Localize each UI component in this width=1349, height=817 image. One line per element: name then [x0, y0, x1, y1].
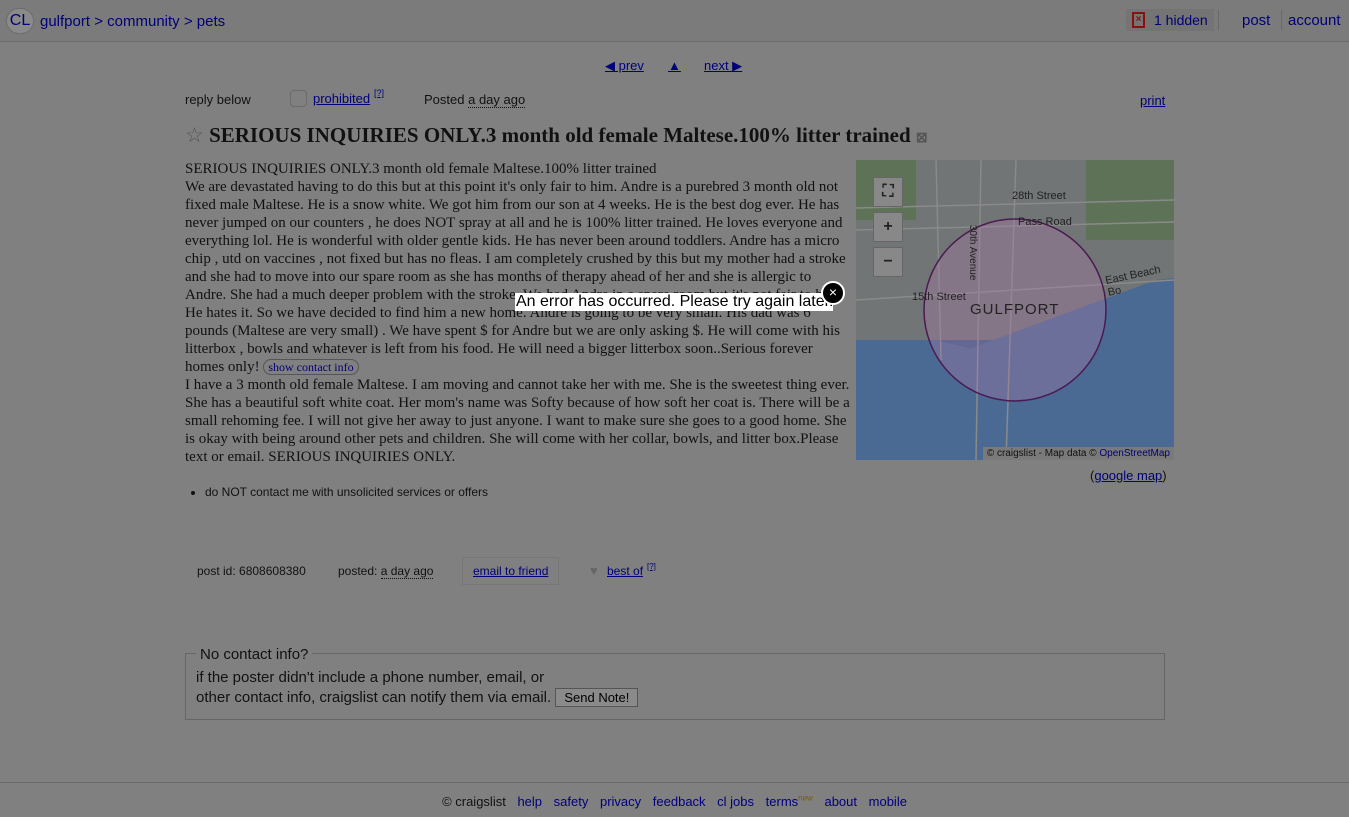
breadcrumb-pets[interactable]: pets [197, 13, 225, 30]
next-link[interactable]: next ▶ [704, 58, 742, 74]
error-popup: An error has occurred. Please try again … [515, 293, 834, 311]
breadcrumb: gulfport > community > pets [40, 13, 226, 30]
map-label: 30th Avenue [967, 225, 978, 281]
zoom-out-button[interactable]: − [873, 247, 903, 277]
posting-body: SERIOUS INQUIRIES ONLY.3 month old femal… [185, 160, 850, 466]
hide-icon[interactable]: ⊠ [916, 131, 928, 146]
map-label: Pass Road [1018, 216, 1072, 228]
prev-link[interactable]: ◀ prev [605, 58, 644, 74]
craigslist-logo[interactable]: CL [6, 8, 34, 34]
breadcrumb-community[interactable]: community [107, 13, 180, 30]
no-contact-line: if the poster didn't include a phone num… [196, 669, 545, 686]
trash-icon: × [1132, 12, 1145, 28]
flag-checkbox[interactable] [290, 90, 307, 107]
best-of-help[interactable]: [?] [647, 562, 656, 571]
posting-title-text: SERIOUS INQUIRIES ONLY.3 month old femal… [209, 123, 911, 147]
print-link[interactable]: print [1140, 93, 1165, 108]
map-label: 15th Street [912, 291, 966, 303]
map-city-label: GULFPORT [970, 301, 1060, 318]
heart-icon[interactable]: ♥ [590, 563, 598, 578]
footer-feedback[interactable]: feedback [653, 794, 706, 809]
new-badge: new [798, 794, 813, 803]
post-link[interactable]: post [1242, 12, 1270, 29]
posted-time: a day ago [380, 564, 434, 579]
footer: © craigslist help safety privacy feedbac… [0, 782, 1349, 817]
close-popup-button[interactable]: × [821, 281, 845, 305]
attribution-text: © craigslist - Map data © [986, 448, 1097, 459]
no-contact-line: other contact info, craigslist can notif… [196, 689, 552, 706]
body-first-line: SERIOUS INQUIRIES ONLY.3 month old femal… [185, 161, 657, 177]
hidden-posts-button[interactable]: × 1 hidden [1126, 9, 1214, 31]
best-of-link[interactable]: best of [607, 564, 643, 578]
fullscreen-button[interactable]: ⛶ [873, 177, 903, 207]
footer-help[interactable]: help [517, 794, 542, 809]
send-note-button[interactable]: Send Note! [555, 688, 639, 707]
no-contact-text: if the poster didn't include a phone num… [196, 668, 639, 708]
email-to-friend-button[interactable]: email to friend [462, 557, 560, 585]
osm-link[interactable]: OpenStreetMap [1099, 448, 1170, 459]
footer-cl-jobs[interactable]: cl jobs [717, 794, 754, 809]
google-map-link[interactable]: google map [1094, 468, 1162, 483]
breadcrumb-gulfport[interactable]: gulfport [40, 13, 90, 30]
hidden-count: 1 hidden [1154, 12, 1208, 28]
up-link[interactable]: ▲ [668, 58, 681, 73]
footer-copyright: © craigslist [442, 794, 506, 810]
prohibited-help[interactable]: [?] [374, 88, 384, 98]
divider [1218, 10, 1219, 30]
zoom-in-button[interactable]: + [873, 212, 903, 242]
footer-about[interactable]: about [824, 794, 857, 809]
posted-label: posted: [338, 564, 378, 578]
no-contact-legend: No contact info? [196, 646, 313, 663]
notices: do NOT contact me with unsolicited servi… [185, 485, 488, 499]
prohibited-link[interactable]: prohibited [313, 91, 370, 106]
map-attribution: © craigslist - Map data © OpenStreetMap [982, 447, 1174, 460]
posting-title: ☆ SERIOUS INQUIRIES ONLY.3 month old fem… [185, 123, 928, 148]
body-paragraph: I have a 3 month old female Maltese. I a… [185, 377, 850, 465]
account-link[interactable]: account [1288, 12, 1341, 29]
posted-time: a day ago [468, 92, 526, 108]
footer-privacy[interactable]: privacy [600, 794, 641, 809]
footer-safety[interactable]: safety [554, 794, 589, 809]
show-contact-info-button[interactable]: show contact info [263, 359, 359, 375]
posted-label: Posted [424, 92, 465, 107]
map-label: 28th Street [1012, 190, 1066, 202]
post-id: post id: 6808608380 [197, 564, 306, 578]
favorite-star-icon[interactable]: ☆ [185, 123, 204, 147]
map[interactable]: 28th Street Pass Road 30th Avenue East B… [856, 160, 1174, 460]
reply-below: reply below [185, 92, 251, 107]
footer-mobile[interactable]: mobile [869, 794, 907, 809]
divider [1281, 10, 1282, 30]
body-paragraph: We are devastated having to do this but … [185, 179, 846, 375]
header-bar: CL gulfport > community > pets × 1 hidden… [0, 0, 1349, 42]
notice-item: do NOT contact me with unsolicited servi… [205, 485, 488, 499]
footer-terms[interactable]: terms [766, 794, 799, 809]
